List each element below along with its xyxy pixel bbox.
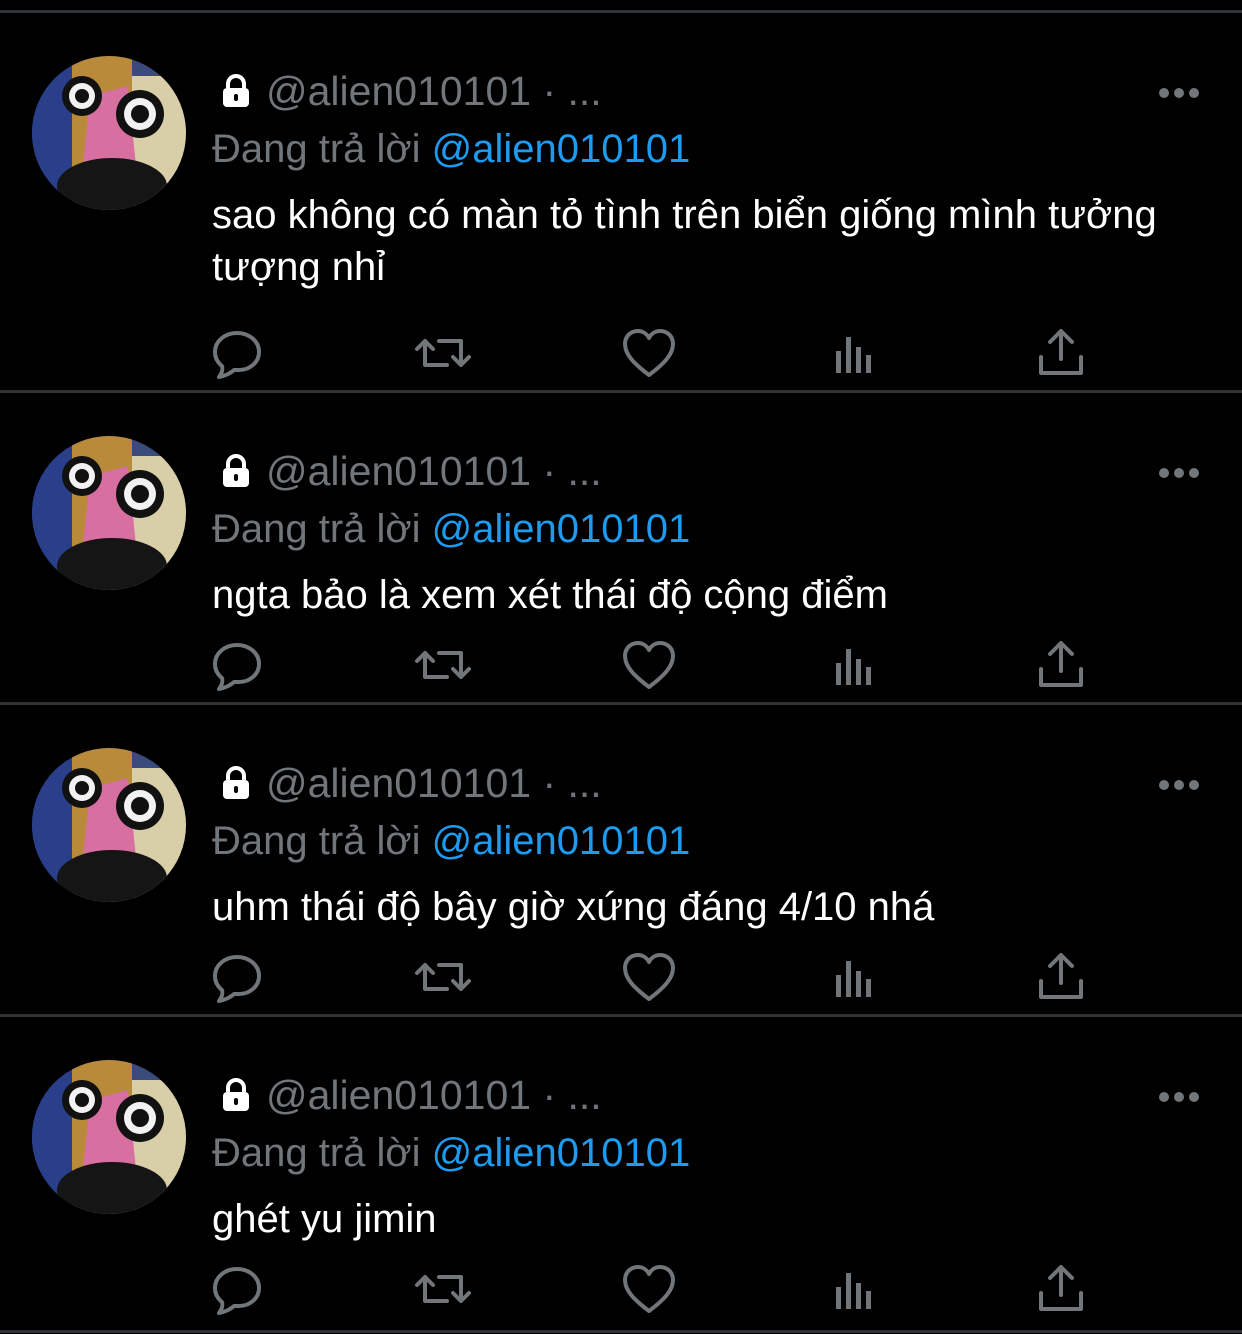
tweet-text: sao không có màn tỏ tình trên biển giống…: [212, 193, 1157, 289]
tweet-header: @alien010101 · ...: [212, 439, 602, 503]
tweet-header: @alien010101 · ...: [212, 751, 602, 815]
lock-icon: [218, 63, 254, 127]
tweet[interactable]: @alien010101 · ... Đang trả lời @alien01…: [0, 1017, 1242, 1333]
tweet-header: @alien010101 · ...: [212, 1063, 602, 1127]
like-icon[interactable]: [619, 323, 679, 383]
more-options-icon[interactable]: [1156, 455, 1202, 491]
share-icon[interactable]: [1031, 635, 1091, 695]
reply-icon[interactable]: [207, 635, 267, 695]
tweet[interactable]: @alien010101 · ... Đang trả lời @alien01…: [0, 13, 1242, 393]
lock-icon: [218, 1067, 254, 1131]
handle-timestamp[interactable]: @alien010101 · ...: [266, 1072, 602, 1118]
reply-icon[interactable]: [207, 1259, 267, 1319]
share-icon[interactable]: [1031, 947, 1091, 1007]
reply-context: Đang trả lời @alien010101: [212, 813, 690, 869]
analytics-icon[interactable]: [826, 1259, 886, 1319]
tweet-header: @alien010101 · ...: [212, 59, 602, 123]
tweet[interactable]: @alien010101 · ... Đang trả lời @alien01…: [0, 393, 1242, 705]
reply-context: Đang trả lời @alien010101: [212, 121, 690, 177]
reply-icon[interactable]: [207, 323, 267, 383]
reply-context: Đang trả lời @alien010101: [212, 1125, 690, 1181]
retweet-icon[interactable]: [413, 1259, 473, 1319]
action-bar: [0, 947, 1242, 1007]
lock-icon: [218, 755, 254, 819]
action-bar: [0, 323, 1242, 383]
analytics-icon[interactable]: [826, 323, 886, 383]
tweet-text: ngta bảo là xem xét thái độ cộng điểm: [212, 573, 888, 617]
like-icon[interactable]: [619, 947, 679, 1007]
mention-link[interactable]: @alien010101: [432, 819, 691, 863]
lock-icon: [218, 443, 254, 507]
action-bar: [0, 635, 1242, 695]
avatar[interactable]: [32, 748, 186, 902]
reply-prefix: Đang trả lời: [212, 507, 421, 551]
reply-context: Đang trả lời @alien010101: [212, 501, 690, 557]
reply-prefix: Đang trả lời: [212, 1131, 421, 1175]
handle-timestamp[interactable]: @alien010101 · ...: [266, 448, 602, 494]
tweet[interactable]: @alien010101 · ... Đang trả lời @alien01…: [0, 705, 1242, 1017]
action-bar: [0, 1259, 1242, 1319]
more-options-icon[interactable]: [1156, 1079, 1202, 1115]
more-options-icon[interactable]: [1156, 75, 1202, 111]
handle-timestamp[interactable]: @alien010101 · ...: [266, 68, 602, 114]
like-icon[interactable]: [619, 635, 679, 695]
avatar[interactable]: [32, 56, 186, 210]
reply-prefix: Đang trả lời: [212, 819, 421, 863]
mention-link[interactable]: @alien010101: [432, 1131, 691, 1175]
share-icon[interactable]: [1031, 323, 1091, 383]
more-options-icon[interactable]: [1156, 767, 1202, 803]
tweet-text: uhm thái độ bây giờ xứng đáng 4/10 nhá: [212, 885, 935, 929]
tweet-text: ghét yu jimin: [212, 1197, 437, 1241]
reply-prefix: Đang trả lời: [212, 127, 421, 171]
retweet-icon[interactable]: [413, 635, 473, 695]
retweet-icon[interactable]: [413, 947, 473, 1007]
analytics-icon[interactable]: [826, 635, 886, 695]
share-icon[interactable]: [1031, 1259, 1091, 1319]
analytics-icon[interactable]: [826, 947, 886, 1007]
like-icon[interactable]: [619, 1259, 679, 1319]
retweet-icon[interactable]: [413, 323, 473, 383]
avatar[interactable]: [32, 436, 186, 590]
mention-link[interactable]: @alien010101: [432, 507, 691, 551]
mention-link[interactable]: @alien010101: [432, 127, 691, 171]
reply-icon[interactable]: [207, 947, 267, 1007]
avatar[interactable]: [32, 1060, 186, 1214]
handle-timestamp[interactable]: @alien010101 · ...: [266, 760, 602, 806]
